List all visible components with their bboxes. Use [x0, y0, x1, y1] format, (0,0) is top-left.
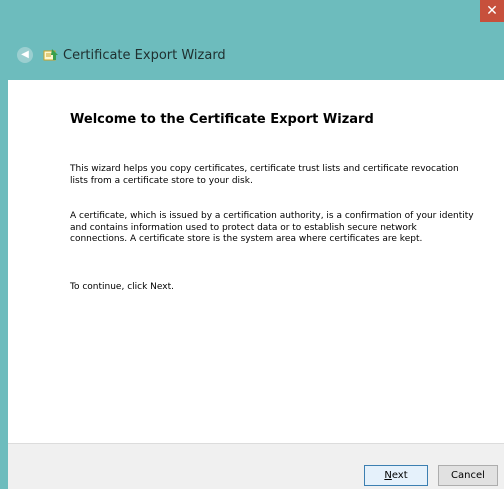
wizard-heading: Welcome to the Certificate Export Wizard — [70, 112, 374, 127]
close-icon: ✕ — [486, 3, 498, 19]
wizard-window: ✕ ◀ Certificate Export Wizard Welcome to… — [8, 0, 504, 489]
wizard-footer: Next Cancel — [8, 443, 504, 489]
wizard-content: Welcome to the Certificate Export Wizard… — [8, 80, 504, 443]
certificate-icon — [43, 49, 58, 61]
next-button[interactable]: Next — [364, 465, 428, 486]
close-button[interactable]: ✕ — [480, 0, 504, 22]
wizard-paragraph-2: A certificate, which is issued by a cert… — [70, 211, 474, 244]
back-arrow-icon: ◀ — [21, 49, 29, 60]
window-title: Certificate Export Wizard — [63, 47, 226, 63]
wizard-paragraph-1: This wizard helps you copy certificates,… — [70, 164, 459, 186]
next-label: ext — [391, 470, 408, 481]
title-bar: ◀ Certificate Export Wizard — [8, 40, 504, 70]
back-button[interactable]: ◀ — [17, 47, 33, 63]
wizard-paragraph-3: To continue, click Next. — [70, 282, 174, 292]
next-accelerator: N — [384, 470, 392, 481]
cancel-button[interactable]: Cancel — [438, 465, 498, 486]
